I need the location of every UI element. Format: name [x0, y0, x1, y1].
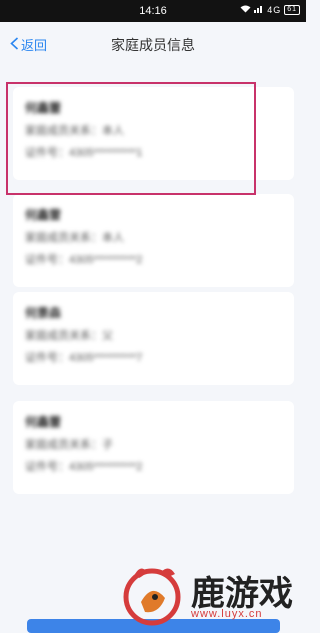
member-relation: 家庭成员关系：子 — [25, 439, 113, 451]
member-card[interactable]: 何景森 家庭成员关系：父 证件号：4305**********7 — [13, 292, 294, 385]
status-bar: 14:16 4G 61 — [0, 0, 306, 22]
status-icons: 4G 61 — [240, 5, 300, 15]
member-card[interactable]: 何鑫蕾 家庭成员关系：子 证件号：4305**********2 — [13, 401, 294, 494]
member-name: 何鑫雷 — [25, 208, 62, 222]
member-relation: 家庭成员关系：本人 — [25, 232, 124, 244]
watermark: 鹿游戏 www.luyx.cn — [117, 560, 306, 629]
member-id: 证件号：4305**********7 — [25, 352, 143, 364]
member-card[interactable]: 何鑫雷 家庭成员关系：本人 证件号：4305**********2 — [13, 194, 294, 287]
highlight-box — [6, 82, 256, 195]
member-relation: 家庭成员关系：父 — [25, 330, 113, 342]
member-name: 何鑫蕾 — [25, 415, 62, 429]
page-title: 家庭成员信息 — [111, 37, 195, 53]
network-type: 4G — [267, 5, 282, 15]
nav-bar: 返回 家庭成员信息 — [0, 22, 306, 66]
watermark-url: www.luyx.cn — [191, 608, 263, 620]
member-name: 何景森 — [25, 306, 62, 320]
member-id: 证件号：4305**********2 — [25, 461, 143, 473]
wifi-icon — [240, 5, 251, 15]
deer-logo-icon — [121, 564, 185, 631]
member-id: 证件号：4305**********2 — [25, 254, 143, 266]
signal-icon — [254, 5, 264, 15]
battery-icon: 61 — [284, 5, 300, 15]
